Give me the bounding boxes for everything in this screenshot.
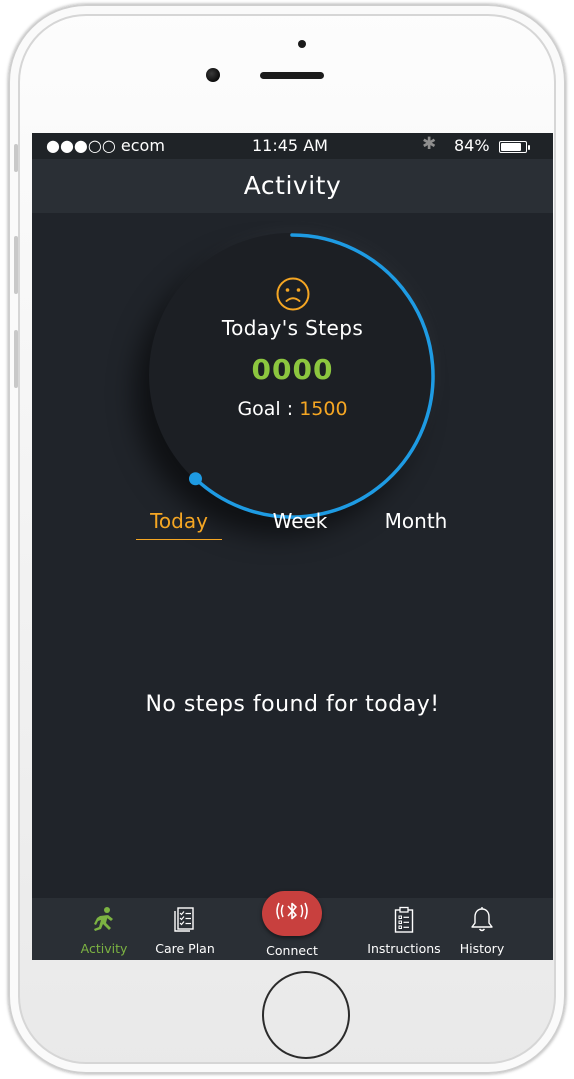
tab-week[interactable]: Week — [260, 509, 340, 533]
battery-fill — [501, 143, 522, 151]
battery-percent: 84% — [454, 136, 490, 155]
tab-today[interactable]: Today — [136, 509, 222, 540]
app-screen: ●●●○○ ecom 11:45 AM ✱ 84% Activity Today… — [32, 133, 553, 960]
tabbar-item-instructions[interactable]: Instructions — [360, 898, 448, 960]
tabbar-label-care-plan: Care Plan — [155, 941, 215, 956]
tabbar-label-activity: Activity — [80, 941, 128, 956]
checklist-icon — [174, 906, 196, 936]
tab-today-underline — [136, 539, 222, 540]
bell-icon — [470, 906, 494, 938]
page-title: Activity — [243, 171, 342, 200]
empty-state-message: No steps found for today! — [145, 692, 440, 717]
volume-down-button — [14, 330, 18, 388]
bluetooth-icon: ✱ — [422, 134, 437, 154]
clock: 11:45 AM — [252, 136, 328, 155]
tabbar-label-instructions: Instructions — [367, 941, 441, 956]
tabbar-label-history: History — [459, 941, 505, 956]
tabbar-item-care-plan[interactable]: Care Plan — [148, 898, 222, 960]
tab-month[interactable]: Month — [372, 509, 460, 533]
connect-button[interactable] — [262, 891, 322, 936]
volume-up-button — [14, 236, 18, 294]
mute-switch — [14, 144, 18, 172]
front-camera — [206, 68, 220, 82]
status-bar: ●●●○○ ecom 11:45 AM ✱ 84% — [32, 133, 553, 159]
earpiece-speaker — [260, 72, 324, 79]
tabbar-label-connect: Connect — [266, 943, 318, 958]
bluetooth-icon — [274, 900, 310, 926]
tabbar-item-history[interactable]: History — [454, 898, 510, 960]
steps-label: Today's Steps — [221, 316, 364, 340]
goal-line: Goal : 1500 — [32, 398, 553, 420]
steps-count: 0000 — [251, 353, 334, 386]
goal-label: Goal : — [237, 398, 294, 420]
tab-today-label: Today — [150, 509, 208, 533]
clipboard-icon — [394, 906, 414, 938]
goal-value: 1500 — [299, 398, 348, 420]
carrier-label: ●●●○○ ecom — [46, 136, 165, 155]
sad-face-icon — [32, 276, 553, 316]
tabbar-item-activity[interactable]: Activity — [74, 898, 134, 960]
proximity-sensor — [298, 40, 306, 48]
tab-week-label: Week — [272, 509, 328, 533]
home-button[interactable] — [262, 971, 350, 1059]
battery-icon — [499, 141, 530, 153]
tab-month-label: Month — [384, 509, 448, 533]
progress-knob — [188, 472, 202, 486]
runner-icon — [91, 906, 117, 940]
header-bar: Activity — [32, 159, 553, 213]
